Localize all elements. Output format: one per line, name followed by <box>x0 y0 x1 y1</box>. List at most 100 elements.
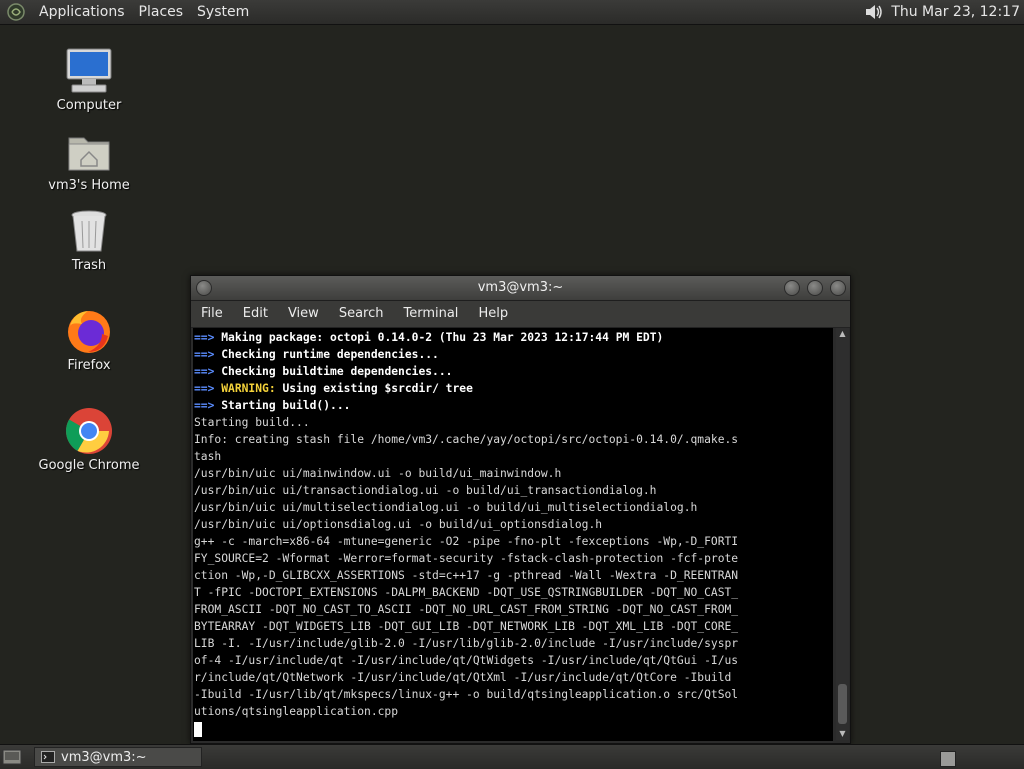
terminal-line <box>193 720 833 737</box>
terminal-line: ction -Wp,-D_GLIBCXX_ASSERTIONS -std=c++… <box>193 567 833 584</box>
terminal-line: Info: creating stash file /home/vm3/.cac… <box>193 431 833 448</box>
menu-applications[interactable]: Applications <box>32 0 132 24</box>
build-message: Making package: octopi 0.14.0-2 (Thu 23 … <box>221 331 664 344</box>
desktop-icon-label: Firefox <box>67 358 111 373</box>
terminal-line: FY_SOURCE=2 -Wformat -Werror=format-secu… <box>193 550 833 567</box>
prompt-arrow: ==> <box>194 365 222 378</box>
output-text: Starting build... <box>194 416 310 429</box>
desktop-icon-label: Trash <box>71 258 107 273</box>
output-text: FY_SOURCE=2 -Wformat -Werror=format-secu… <box>194 552 739 565</box>
output-text: -Ibuild -I/usr/lib/qt/mkspecs/linux-g++ … <box>194 688 739 701</box>
desktop-icon-label: Google Chrome <box>38 458 140 473</box>
terminal-line: LIB -I. -I/usr/include/glib-2.0 -I/usr/l… <box>193 635 833 652</box>
terminal-line: FROM_ASCII -DQT_NO_CAST_TO_ASCII -DQT_NO… <box>193 601 833 618</box>
close-icon[interactable] <box>830 280 846 296</box>
firefox-icon <box>68 311 110 353</box>
terminal-line: /usr/bin/uic ui/transactiondialog.ui -o … <box>193 482 833 499</box>
terminal-menubar: File Edit View Search Terminal Help <box>191 301 850 328</box>
output-text: tash <box>194 450 222 463</box>
menu-help[interactable]: Help <box>468 301 518 327</box>
terminal-scrollbar[interactable]: ▲ ▼ <box>836 328 849 740</box>
bottom-panel: vm3@vm3:~ <box>0 744 1024 769</box>
maximize-icon[interactable] <box>807 280 823 296</box>
trash-icon <box>71 210 107 252</box>
computer-icon <box>66 48 112 93</box>
terminal-line: g++ -c -march=x86-64 -mtune=generic -O2 … <box>193 533 833 550</box>
minimize-icon[interactable] <box>784 280 800 296</box>
menu-file[interactable]: File <box>191 301 233 327</box>
terminal-line: ==> Checking runtime dependencies... <box>193 346 833 363</box>
terminal-line: BYTEARRAY -DQT_WIDGETS_LIB -DQT_GUI_LIB … <box>193 618 833 635</box>
desktop-icon-trash[interactable]: Trash <box>29 206 149 273</box>
main-menu-logo-icon[interactable] <box>6 2 26 22</box>
panel-tray: Thu Mar 23, 12:17 <box>863 0 1024 24</box>
desktop-icon-firefox[interactable]: Firefox <box>29 306 149 373</box>
desktop-icon-label: Computer <box>56 98 122 113</box>
window-title: vm3@vm3:~ <box>477 280 564 295</box>
terminal-line: utions/qtsingleapplication.cpp <box>193 703 833 720</box>
menu-edit[interactable]: Edit <box>233 301 278 327</box>
warning-label: WARNING: <box>221 382 276 395</box>
taskbar-button-label: vm3@vm3:~ <box>61 749 147 765</box>
terminal-output[interactable]: ==> Making package: octopi 0.14.0-2 (Thu… <box>193 328 833 741</box>
output-text: r/include/qt/QtNetwork -I/usr/include/qt… <box>194 671 732 684</box>
output-text: utions/qtsingleapplication.cpp <box>194 705 399 718</box>
terminal-line: /usr/bin/uic ui/multiselectiondialog.ui … <box>193 499 833 516</box>
prompt-arrow: ==> <box>194 399 222 412</box>
desktop-icon-chrome[interactable]: Google Chrome <box>29 406 149 473</box>
output-text: BYTEARRAY -DQT_WIDGETS_LIB -DQT_GUI_LIB … <box>194 620 739 633</box>
terminal-line: of-4 -I/usr/include/qt -I/usr/include/qt… <box>193 652 833 669</box>
prompt-arrow: ==> <box>194 331 222 344</box>
output-text: /usr/bin/uic ui/transactiondialog.ui -o … <box>194 484 657 497</box>
prompt-arrow: ==> <box>194 348 222 361</box>
output-text: LIB -I. -I/usr/include/glib-2.0 -I/usr/l… <box>194 637 739 650</box>
terminal-line: ==> WARNING: Using existing $srcdir/ tre… <box>193 380 833 397</box>
terminal-line: r/include/qt/QtNetwork -I/usr/include/qt… <box>193 669 833 686</box>
prompt-arrow: ==> <box>194 382 222 395</box>
top-panel: Applications Places System Thu Mar 23, 1… <box>0 0 1024 25</box>
speaker-icon[interactable] <box>863 2 885 22</box>
build-message: Starting build()... <box>221 399 351 412</box>
desktop-icon-home[interactable]: vm3's Home <box>29 126 149 193</box>
build-message: Checking runtime dependencies... <box>221 348 439 361</box>
output-text: Info: creating stash file /home/vm3/.cac… <box>194 433 739 446</box>
menu-places[interactable]: Places <box>132 0 191 24</box>
taskbar-button-terminal[interactable]: vm3@vm3:~ <box>34 747 202 767</box>
clock[interactable]: Thu Mar 23, 12:17 <box>891 4 1024 20</box>
menu-search[interactable]: Search <box>329 301 394 327</box>
scroll-up-icon[interactable]: ▲ <box>836 328 849 340</box>
home-folder-icon <box>68 137 110 171</box>
chrome-icon <box>66 408 112 454</box>
desktop-icon-label: vm3's Home <box>48 178 130 193</box>
show-desktop-icon[interactable] <box>2 748 22 766</box>
terminal-line: ==> Starting build()... <box>193 397 833 414</box>
menu-terminal[interactable]: Terminal <box>393 301 468 327</box>
workspace-switcher[interactable] <box>940 751 956 767</box>
output-text: ction -Wp,-D_GLIBCXX_ASSERTIONS -std=c++… <box>194 569 739 582</box>
output-text: FROM_ASCII -DQT_NO_CAST_TO_ASCII -DQT_NO… <box>194 603 739 616</box>
terminal-line: T -fPIC -DOCTOPI_EXTENSIONS -DALPM_BACKE… <box>193 584 833 601</box>
terminal-line: -Ibuild -I/usr/lib/qt/mkspecs/linux-g++ … <box>193 686 833 703</box>
scroll-down-icon[interactable]: ▼ <box>836 728 849 740</box>
build-message: Checking buildtime dependencies... <box>221 365 453 378</box>
terminal-line: ==> Checking buildtime dependencies... <box>193 363 833 380</box>
output-text: g++ -c -march=x86-64 -mtune=generic -O2 … <box>194 535 739 548</box>
output-text: /usr/bin/uic ui/mainwindow.ui -o build/u… <box>194 467 562 480</box>
desktop-icon-computer[interactable]: Computer <box>29 46 149 113</box>
menu-system[interactable]: System <box>190 0 256 24</box>
output-text: /usr/bin/uic ui/optionsdialog.ui -o buil… <box>194 518 603 531</box>
scroll-thumb[interactable] <box>838 684 847 724</box>
terminal-line: /usr/bin/uic ui/optionsdialog.ui -o buil… <box>193 516 833 533</box>
build-message: Using existing $srcdir/ tree <box>275 382 473 395</box>
output-text: of-4 -I/usr/include/qt -I/usr/include/qt… <box>194 654 739 667</box>
terminal-line: ==> Making package: octopi 0.14.0-2 (Thu… <box>193 329 833 346</box>
terminal-line: /usr/bin/uic ui/mainwindow.ui -o build/u… <box>193 465 833 482</box>
window-titlebar[interactable]: vm3@vm3:~ <box>191 276 850 301</box>
terminal-line: Starting build... <box>193 414 833 431</box>
menu-view[interactable]: View <box>278 301 329 327</box>
output-text: /usr/bin/uic ui/multiselectiondialog.ui … <box>194 501 698 514</box>
terminal-line: tash <box>193 448 833 465</box>
terminal-window[interactable]: vm3@vm3:~ File Edit View Search Terminal… <box>190 275 851 744</box>
terminal-icon <box>41 751 55 763</box>
text-cursor <box>194 721 202 737</box>
